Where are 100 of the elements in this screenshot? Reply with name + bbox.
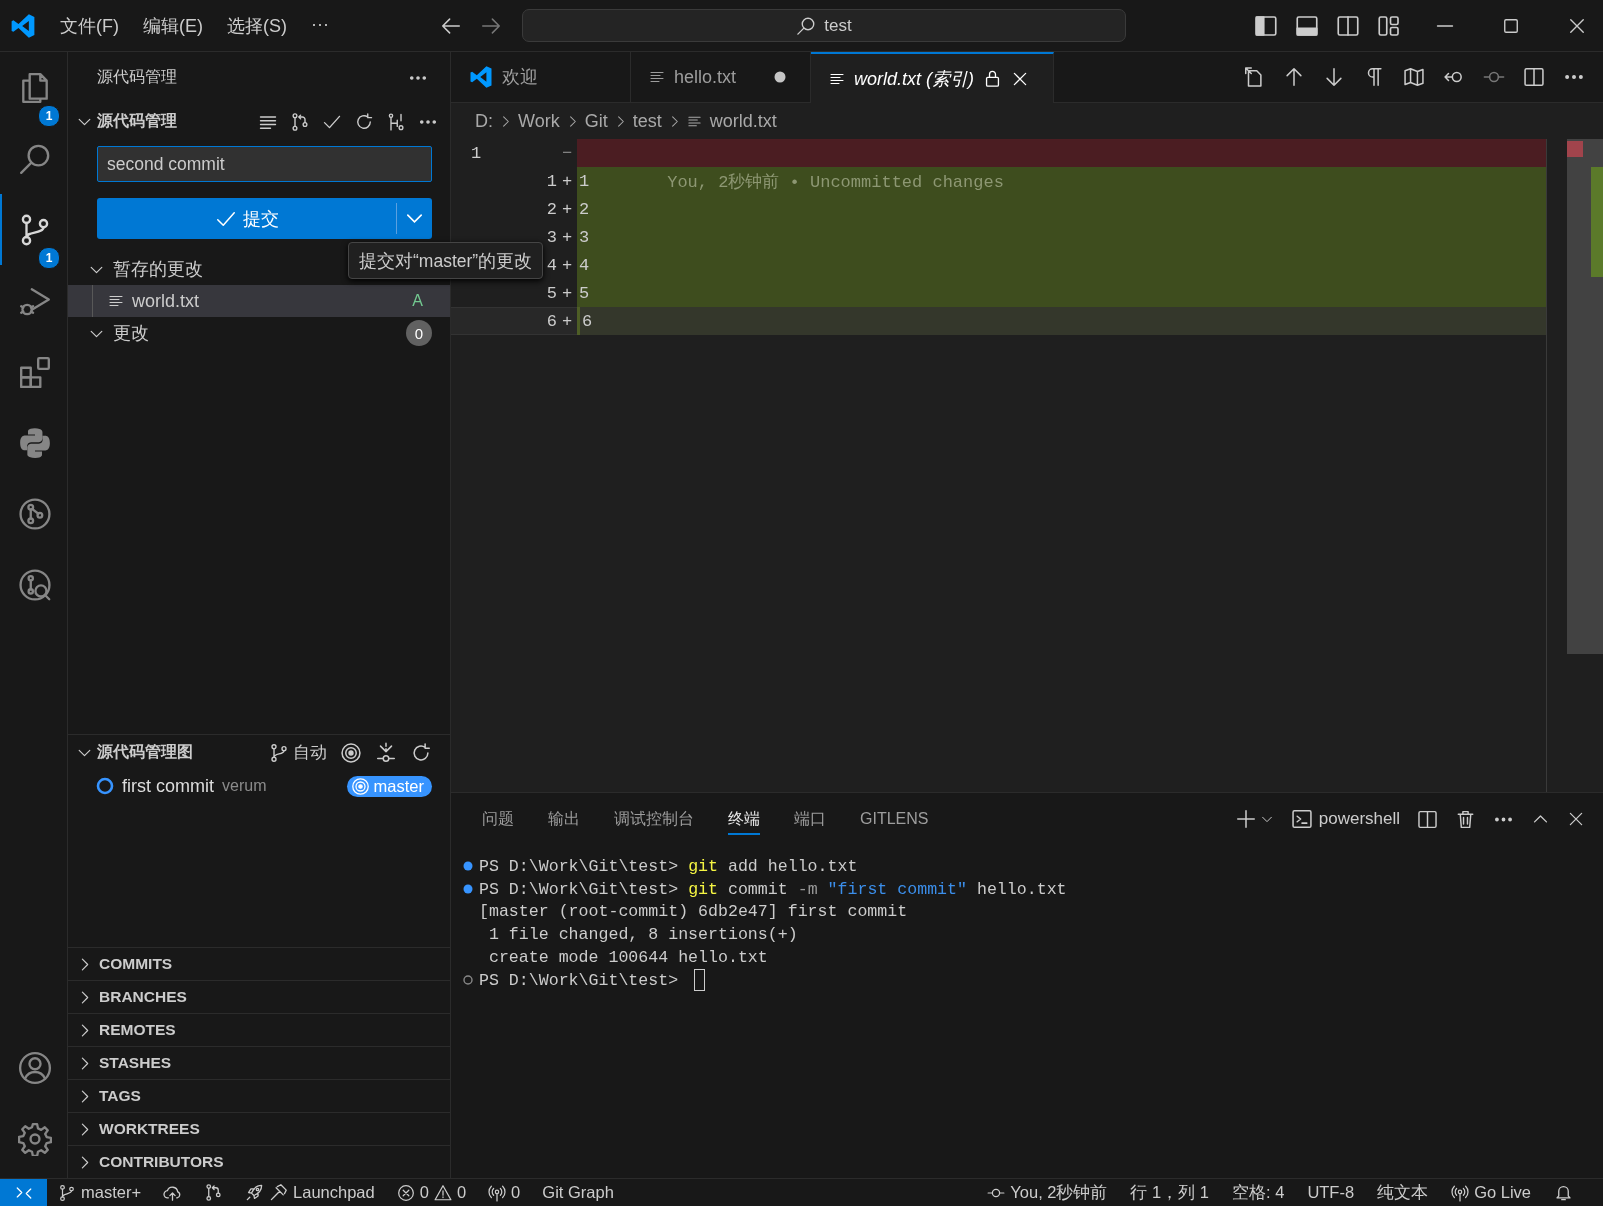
command-success-dot[interactable] (463, 884, 473, 895)
count-badge: 1 (38, 105, 60, 127)
primary-sidebar-toggle-icon[interactable] (1254, 13, 1278, 38)
arrow-down-icon[interactable] (1323, 66, 1345, 88)
status-item[interactable]: 行 1，列 1 (1130, 1181, 1209, 1204)
compare-icon[interactable] (204, 1183, 224, 1202)
command-success-dot[interactable] (463, 861, 473, 872)
diff-sign: + (561, 283, 573, 303)
section-header[interactable]: STASHES (68, 1046, 450, 1079)
sidebar-title: 源代码管理 (97, 67, 177, 87)
terminal-line: PS D:\Work\Git\test> git commit -m "first commit" hello.txt (479, 879, 1067, 899)
launchpad-status[interactable]: Launchpad (245, 1183, 375, 1202)
breadcrumb-item[interactable]: world.txt (686, 110, 777, 132)
section-header[interactable]: TAGS (68, 1079, 450, 1112)
fetch-icon[interactable] (375, 741, 397, 764)
diff-sign: + (561, 255, 573, 275)
python-icon[interactable] (17, 425, 52, 460)
line-number: 2 (546, 199, 557, 219)
menu-overflow[interactable]: ··· (299, 13, 341, 38)
bell-icon[interactable] (1554, 1183, 1573, 1202)
status-item[interactable]: master+ (58, 1183, 142, 1202)
target-icon[interactable] (340, 741, 362, 764)
status-item[interactable]: You, 2秒钟前 (987, 1181, 1108, 1204)
code-text: 1 (579, 171, 590, 191)
panel-tab[interactable]: 输出 (531, 803, 597, 835)
trash-icon[interactable] (1455, 808, 1476, 830)
refresh-icon[interactable] (410, 741, 432, 764)
branch-inspect-icon[interactable] (17, 567, 52, 602)
terminal-line: PS D:\Work\Git\test> git add hello.txt (479, 856, 858, 876)
section-header[interactable]: REMOTES (68, 1013, 450, 1046)
scrollbar-thumb[interactable] (1567, 139, 1603, 654)
secondary-sidebar-toggle-icon[interactable] (1336, 13, 1360, 38)
account-icon[interactable] (17, 1050, 52, 1085)
split-terminal-icon[interactable] (1417, 808, 1438, 830)
target-icon (350, 776, 370, 796)
compare-icon[interactable] (290, 111, 310, 132)
section-header[interactable]: BRANCHES (68, 980, 450, 1013)
breadcrumb-item[interactable]: test (632, 110, 662, 132)
panel-tab[interactable]: 调试控制台 (597, 803, 711, 835)
commit-node-icon (96, 777, 114, 795)
status-item[interactable]: Git Graph (542, 1183, 614, 1202)
status-item[interactable]: 空格: 4 (1232, 1181, 1285, 1204)
remote-button[interactable] (0, 1179, 47, 1206)
status-item[interactable]: 纯文本 (1377, 1181, 1429, 1204)
commit-message[interactable]: first commit (122, 775, 214, 797)
editor-tab[interactable]: 欢迎 (451, 52, 631, 102)
section-title: TAGS (99, 1087, 141, 1105)
panel-toggle-icon[interactable] (1295, 13, 1319, 38)
close-icon[interactable] (1567, 810, 1585, 828)
breadcrumb-item[interactable]: Work (518, 110, 560, 132)
tree-group-header[interactable]: 更改 0 (68, 317, 450, 349)
diff-sign: + (561, 311, 573, 331)
menu-item[interactable]: 选择(S) (215, 13, 299, 38)
panel-tab[interactable]: GITLENS (843, 805, 946, 833)
open-file-icon[interactable] (1243, 66, 1265, 88)
graph-mode-button[interactable]: 自动 (269, 741, 327, 764)
menu-item[interactable]: 编辑(E) (131, 13, 215, 38)
code-text: 3 (579, 227, 590, 247)
extensions-icon[interactable] (17, 354, 52, 389)
section-header[interactable]: 源代码管理 (68, 103, 450, 140)
layout-icon[interactable] (1377, 13, 1401, 38)
branch-icon (58, 1183, 76, 1202)
status-item[interactable]: UTF-8 (1307, 1183, 1355, 1202)
map-icon[interactable] (1403, 66, 1425, 88)
commit-button[interactable]: 提交 (97, 198, 396, 239)
problems-status[interactable]: 0 0 (396, 1183, 467, 1202)
file-row[interactable]: world.txt A (68, 285, 450, 317)
panel-tab[interactable]: 端口 (777, 803, 843, 835)
code-text: 4 (579, 255, 590, 275)
panel-tab[interactable]: 终端 (728, 803, 760, 835)
status-item[interactable]: Go Live (1451, 1183, 1531, 1202)
breadcrumb-item[interactable]: D: (475, 110, 493, 132)
line-number: 6 (546, 311, 557, 331)
command-center-field[interactable]: test (522, 9, 1126, 42)
commit-message-field[interactable]: second commit (97, 146, 432, 182)
arrow-up-icon[interactable] (1283, 66, 1305, 88)
menu-item[interactable]: 文件(F) (48, 13, 131, 38)
editor-tab[interactable]: world.txt (索引) (811, 52, 1054, 103)
branch-circle-icon[interactable] (17, 496, 52, 531)
command-pending-dot[interactable] (463, 975, 473, 986)
section-title: BRANCHES (99, 988, 187, 1006)
breadcrumb-item[interactable]: Git (584, 110, 608, 132)
section-header[interactable]: COMMITS (68, 947, 450, 980)
settings-icon[interactable] (17, 1121, 52, 1156)
split-editor-icon[interactable] (1523, 66, 1545, 88)
graph-icon[interactable] (386, 111, 406, 132)
section-header[interactable]: 源代码管理图 自动 (68, 734, 450, 770)
status-item[interactable]: 0 (488, 1183, 521, 1202)
section-title: WORKTREES (99, 1120, 200, 1138)
section-header[interactable]: WORKTREES (68, 1112, 450, 1145)
count-badge: 1 (38, 247, 60, 269)
refresh-icon[interactable] (354, 111, 374, 132)
section-title: COMMITS (99, 955, 173, 973)
panel-tab[interactable]: 问题 (465, 803, 531, 835)
new-terminal-icon[interactable] (1234, 808, 1257, 830)
unsaved-dot-icon[interactable] (774, 71, 786, 83)
section-title: 源代码管理图 (97, 742, 193, 762)
terminal-selector[interactable]: powershell (1290, 808, 1400, 830)
group-label: 暂存的更改 (113, 258, 203, 281)
commit-author: verum (222, 777, 267, 795)
